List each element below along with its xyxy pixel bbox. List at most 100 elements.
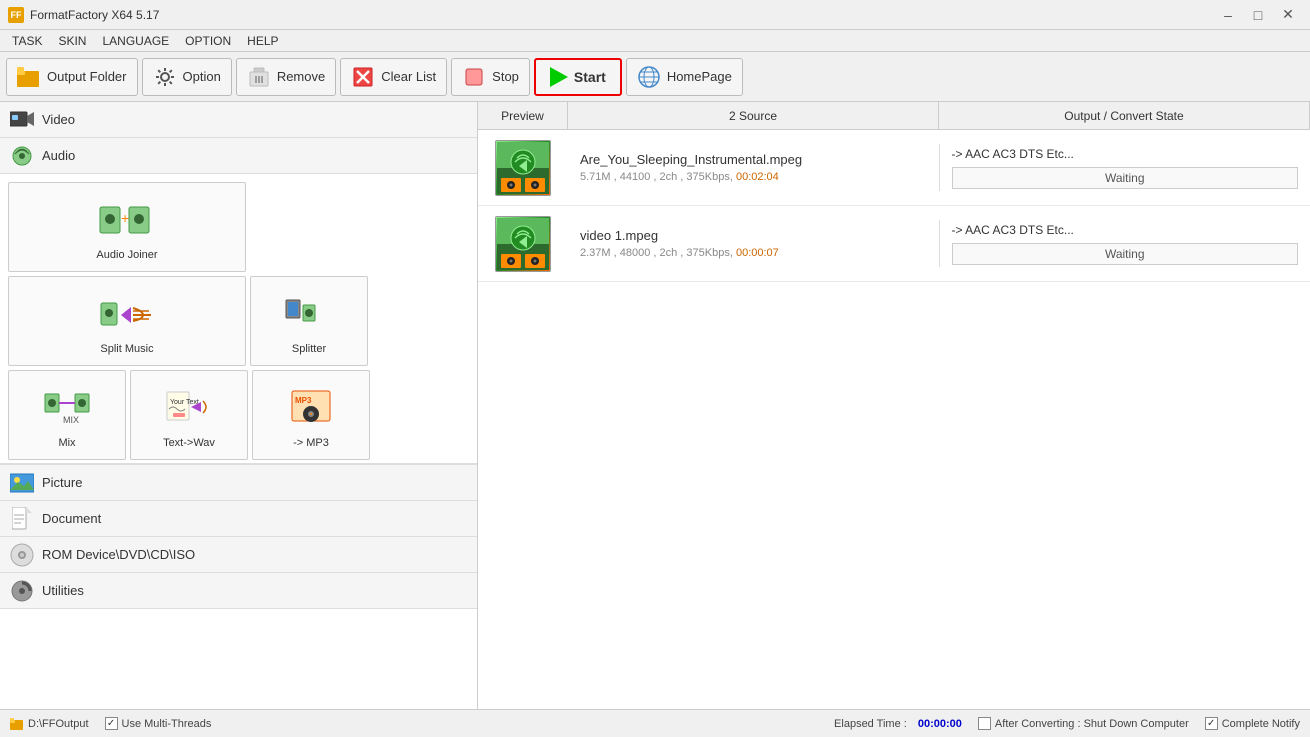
output-format-1: -> AAC AC3 DTS Etc...	[952, 147, 1299, 161]
close-button[interactable]: ✕	[1274, 5, 1302, 25]
start-label: Start	[574, 69, 606, 85]
stop-label: Stop	[492, 69, 519, 84]
svg-text:Your Text: Your Text	[170, 399, 199, 406]
status-bar: D:\FFOutput ✓ Use Multi-Threads Elapsed …	[0, 709, 1310, 737]
split-music-item[interactable]: Split Music	[8, 276, 246, 366]
play-icon	[550, 67, 568, 87]
output-path-label: D:\FFOutput	[28, 718, 89, 730]
splitter-item[interactable]: Splitter	[250, 276, 368, 366]
menu-skin[interactable]: SKIN	[50, 32, 94, 50]
menu-language[interactable]: LANGUAGE	[94, 32, 177, 50]
remove-label: Remove	[277, 69, 325, 84]
split-music-label: Split Music	[100, 343, 153, 355]
table-row[interactable]: Are_You_Sleeping_Instrumental.mpeg 5.71M…	[478, 130, 1310, 206]
status-badge-1: Waiting	[952, 167, 1299, 189]
mix-icon: MIX	[39, 381, 95, 437]
video-icon	[10, 108, 34, 132]
col-header-output: Output / Convert State	[939, 102, 1310, 129]
audio-joiner-item[interactable]: + Audio Joiner	[8, 182, 246, 272]
file-source-2: video 1.mpeg 2.37M , 48000 , 2ch , 375Kb…	[568, 220, 940, 267]
col-header-preview: Preview	[478, 102, 568, 129]
file-thumb-2	[495, 216, 551, 272]
app-icon: FF	[8, 7, 24, 23]
filename-1: Are_You_Sleeping_Instrumental.mpeg	[580, 152, 927, 167]
menu-bar: TASK SKIN LANGUAGE OPTION HELP	[0, 30, 1310, 52]
mp3-label: -> MP3	[293, 437, 329, 449]
utilities-label: Utilities	[42, 583, 84, 598]
complete-notify-checkbox[interactable]: ✓	[1205, 717, 1218, 730]
mix-item[interactable]: MIX Mix	[8, 370, 126, 460]
splitter-label: Splitter	[292, 343, 326, 355]
minimize-button[interactable]: –	[1214, 5, 1242, 25]
after-converting-label: After Converting : Shut Down Computer	[995, 718, 1189, 730]
complete-notify-item[interactable]: ✓ Complete Notify	[1205, 717, 1300, 730]
file-preview-2	[478, 208, 568, 280]
file-output-1: -> AAC AC3 DTS Etc... Waiting	[940, 139, 1310, 197]
multi-threads-checkbox[interactable]: ✓	[105, 717, 118, 730]
multi-threads-item[interactable]: ✓ Use Multi-Threads	[105, 717, 212, 730]
svg-text:+: +	[121, 210, 129, 226]
text-wav-icon: Your Text	[161, 381, 217, 437]
left-panel: Video Audio	[0, 102, 478, 709]
menu-help[interactable]: HELP	[239, 32, 286, 50]
video-label: Video	[42, 112, 75, 127]
col-header-source: 2 Source	[568, 102, 939, 129]
text-wav-item[interactable]: Your Text Text->Wav	[130, 370, 248, 460]
elapsed-label: Elapsed Time :	[834, 718, 907, 730]
gear-icon	[153, 65, 177, 89]
stop-button[interactable]: Stop	[451, 58, 530, 96]
mp3-item[interactable]: MP3 -> MP3	[252, 370, 370, 460]
complete-notify-label: Complete Notify	[1222, 718, 1300, 730]
start-button[interactable]: Start	[534, 58, 622, 96]
category-rom[interactable]: ROM Device\DVD\CD\ISO	[0, 537, 477, 573]
output-folder-label: Output Folder	[47, 69, 127, 84]
stop-icon	[462, 65, 486, 89]
option-label: Option	[183, 69, 221, 84]
option-button[interactable]: Option	[142, 58, 232, 96]
homepage-label: HomePage	[667, 69, 732, 84]
output-format-2: -> AAC AC3 DTS Etc...	[952, 223, 1299, 237]
title-bar: FF FormatFactory X64 5.17 – □ ✕	[0, 0, 1310, 30]
picture-label: Picture	[42, 475, 82, 490]
status-badge-2: Waiting	[952, 243, 1299, 265]
category-audio[interactable]: Audio	[0, 138, 477, 174]
elapsed-value: 00:00:00	[918, 718, 962, 730]
category-document[interactable]: Document	[0, 501, 477, 537]
file-meta-plain-1: 5.71M , 44100 , 2ch , 375Kbps,	[580, 171, 736, 183]
column-headers: Preview 2 Source Output / Convert State	[478, 102, 1310, 130]
audio-section: + Audio Joiner	[0, 174, 477, 465]
file-meta-1: 5.71M , 44100 , 2ch , 375Kbps, 00:02:04	[580, 171, 927, 183]
splitter-icon	[281, 287, 337, 343]
category-utilities[interactable]: Utilities	[0, 573, 477, 609]
after-converting-item[interactable]: After Converting : Shut Down Computer	[978, 717, 1189, 730]
globe-icon	[637, 65, 661, 89]
after-converting-checkbox[interactable]	[978, 717, 991, 730]
clear-list-button[interactable]: Clear List	[340, 58, 447, 96]
window-controls: – □ ✕	[1214, 5, 1302, 25]
category-video[interactable]: Video	[0, 102, 477, 138]
menu-option[interactable]: OPTION	[177, 32, 239, 50]
split-music-icon	[99, 287, 155, 343]
restore-button[interactable]: □	[1244, 5, 1272, 25]
audio-joiner-icon: +	[99, 193, 155, 249]
file-list: Are_You_Sleeping_Instrumental.mpeg 5.71M…	[478, 130, 1310, 709]
utilities-icon	[10, 579, 34, 603]
remove-button[interactable]: Remove	[236, 58, 336, 96]
multi-threads-label: Use Multi-Threads	[122, 718, 212, 730]
output-folder-button[interactable]: Output Folder	[6, 58, 138, 96]
table-row[interactable]: video 1.mpeg 2.37M , 48000 , 2ch , 375Kb…	[478, 206, 1310, 282]
svg-text:MP3: MP3	[295, 396, 312, 405]
category-picture[interactable]: Picture	[0, 465, 477, 501]
file-meta-2: 2.37M , 48000 , 2ch , 375Kbps, 00:00:07	[580, 247, 927, 259]
toolbar: Output Folder Option Remove	[0, 52, 1310, 102]
menu-task[interactable]: TASK	[4, 32, 50, 50]
text-wav-label: Text->Wav	[163, 437, 215, 449]
file-thumb-1	[495, 140, 551, 196]
rom-icon	[10, 543, 34, 567]
clear-list-icon	[351, 65, 375, 89]
mix-label: Mix	[58, 437, 75, 449]
folder-small-icon	[10, 718, 24, 730]
file-preview-1	[478, 132, 568, 204]
homepage-button[interactable]: HomePage	[626, 58, 743, 96]
main-content: Video Audio	[0, 102, 1310, 709]
